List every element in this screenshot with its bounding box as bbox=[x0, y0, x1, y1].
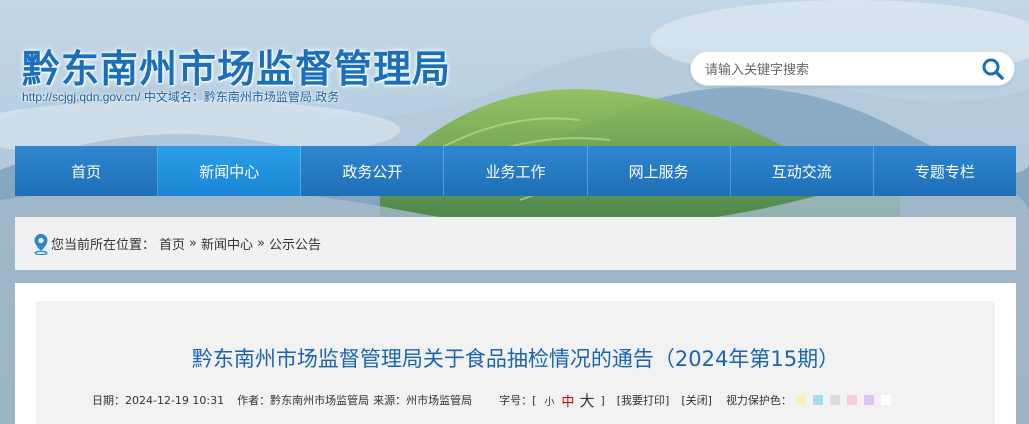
breadcrumb: 您当前所在位置： 首页 » 新闻中心 » 公示公告 bbox=[15, 217, 1016, 270]
breadcrumb-separator: » bbox=[257, 236, 265, 251]
breadcrumb-separator: » bbox=[189, 236, 197, 251]
site-header: 黔东南州市场监督管理局 http://scjgj.qdn.gov.cn/ 中文域… bbox=[0, 0, 1029, 145]
eye-care-swatch-purple[interactable] bbox=[863, 395, 874, 405]
article-title: 黔东南州市场监督管理局关于食品抽检情况的通告（2024年第15期） bbox=[191, 347, 840, 371]
article-date: 日期：2024-12-19 10:31 bbox=[92, 394, 225, 407]
main-content: 黔东南州市场监督管理局关于食品抽检情况的通告（2024年第15期） 日期：202… bbox=[15, 283, 1016, 424]
eye-care-swatch-yellow[interactable] bbox=[795, 395, 806, 405]
nav-item-online-services[interactable]: 网上服务 bbox=[588, 146, 731, 196]
font-size-label: 字号：[ bbox=[499, 394, 537, 407]
article-source: 来源：州市场监管局 bbox=[373, 394, 473, 407]
nav-item-news-center[interactable]: 新闻中心 bbox=[158, 146, 302, 196]
location-pin-icon bbox=[34, 233, 48, 255]
nav-item-interaction[interactable]: 互动交流 bbox=[731, 146, 874, 196]
search-input[interactable] bbox=[705, 59, 965, 79]
nav-item-government-affairs[interactable]: 政务公开 bbox=[301, 146, 445, 196]
close-link[interactable]: [关闭] bbox=[681, 392, 712, 408]
search-button[interactable] bbox=[980, 56, 1006, 82]
font-size-small[interactable]: 小 bbox=[544, 393, 554, 408]
font-size-medium[interactable]: 中 bbox=[561, 391, 574, 410]
search-box bbox=[690, 51, 1015, 86]
eye-care-swatch-blue[interactable] bbox=[812, 395, 823, 405]
breadcrumb-label: 您当前所在位置： bbox=[51, 238, 156, 253]
site-url-line: http://scjgj.qdn.gov.cn/ 中文域名：黔东南州市场监管局.… bbox=[22, 88, 339, 105]
site-title[interactable]: 黔东南州市场监督管理局 bbox=[22, 38, 451, 93]
breadcrumb-home[interactable]: 首页 bbox=[159, 234, 185, 253]
search-icon bbox=[982, 58, 1004, 80]
font-size-large[interactable]: 大 bbox=[579, 390, 594, 411]
breadcrumb-news-center[interactable]: 新闻中心 bbox=[201, 234, 253, 253]
nav-item-home[interactable]: 首页 bbox=[15, 146, 159, 196]
site-url[interactable]: http://scjgj.qdn.gov.cn/ bbox=[22, 90, 141, 104]
article-meta: 日期：2024-12-19 10:31 作者：黔东南州市场监管局 来源：州市场监… bbox=[92, 390, 891, 411]
eye-care-swatch-white[interactable] bbox=[880, 395, 891, 405]
cn-domain: 中文域名：黔东南州市场监管局.政务 bbox=[143, 90, 340, 104]
article-header: 黔东南州市场监督管理局关于食品抽检情况的通告（2024年第15期） 日期：202… bbox=[36, 301, 995, 424]
breadcrumb-announcements[interactable]: 公示公告 bbox=[269, 234, 321, 253]
nav-item-business-work[interactable]: 业务工作 bbox=[444, 146, 588, 196]
eye-care-swatch-pink[interactable] bbox=[846, 395, 857, 405]
eye-care-label: 视力保护色： bbox=[725, 394, 792, 407]
eye-care-swatch-gray[interactable] bbox=[829, 395, 840, 405]
article-author: 作者：黔东南州市场监管局 bbox=[237, 394, 370, 407]
font-size-close-bracket: ] bbox=[600, 393, 605, 407]
main-nav: 首页 新闻中心 政务公开 业务工作 网上服务 互动交流 专题专栏 bbox=[15, 146, 1016, 196]
print-link[interactable]: [我要打印] bbox=[617, 392, 670, 408]
nav-item-special-topics[interactable]: 专题专栏 bbox=[874, 146, 1016, 196]
